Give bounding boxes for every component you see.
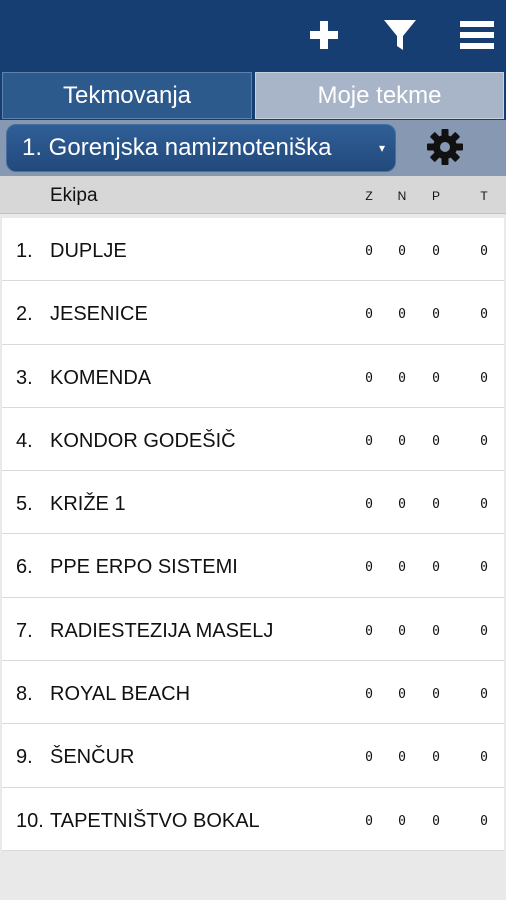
row-team-name: PPE ERPO SISTEMI bbox=[50, 556, 238, 579]
row-rank: 8. bbox=[16, 683, 33, 706]
row-n: 0 bbox=[398, 687, 406, 703]
standings-table: 1. DUPLJE 0 0 0 0 2. JESENICE 0 0 0 0 3. KOMENDA 0 0 0… bbox=[2, 218, 504, 851]
row-t: 0 bbox=[480, 813, 488, 829]
row-n: 0 bbox=[398, 623, 406, 639]
row-team-name: DUPLJE bbox=[50, 240, 127, 262]
row-team-name: KONDOR GODEŠIČ bbox=[50, 429, 236, 452]
row-rank: 4. bbox=[16, 429, 33, 452]
row-z: 0 bbox=[365, 307, 373, 323]
header-p: P bbox=[431, 189, 440, 203]
row-n: 0 bbox=[398, 370, 406, 386]
row-team-name: ŠENČUR bbox=[50, 746, 135, 769]
row-z: 0 bbox=[365, 497, 373, 513]
row-t: 0 bbox=[480, 750, 488, 766]
row-team-name: RADIESTEZIJA MASELJ bbox=[50, 619, 274, 642]
tab-tekmovanja[interactable]: Tekmovanja bbox=[2, 72, 252, 119]
row-t: 0 bbox=[480, 307, 488, 323]
row-t: 0 bbox=[480, 687, 488, 703]
row-n: 0 bbox=[398, 244, 406, 259]
league-select-value: 1. Gorenjska namiznoteniška bbox=[22, 134, 332, 161]
row-n: 0 bbox=[398, 560, 406, 576]
header-team: Ekipa bbox=[50, 185, 98, 206]
table-row[interactable]: 2. JESENICE 0 0 0 0 bbox=[2, 281, 504, 345]
table-row[interactable]: 5. KRIŽE 1 0 0 0 0 bbox=[2, 471, 504, 535]
table-row[interactable]: 3. KOMENDA 0 0 0 0 bbox=[2, 345, 504, 408]
row-p: 0 bbox=[432, 370, 440, 386]
row-t: 0 bbox=[480, 370, 488, 386]
row-n: 0 bbox=[398, 433, 406, 449]
row-z: 0 bbox=[365, 750, 373, 766]
row-p: 0 bbox=[432, 497, 440, 513]
row-n: 0 bbox=[398, 750, 406, 766]
row-n: 0 bbox=[398, 307, 406, 323]
row-p: 0 bbox=[432, 560, 440, 576]
row-p: 0 bbox=[432, 433, 440, 449]
tab-bar: Tekmovanja Moje tekme bbox=[0, 70, 506, 120]
table-row[interactable]: 4. KONDOR GODEŠIČ 0 0 0 0 bbox=[2, 408, 504, 472]
row-rank: 2. bbox=[16, 303, 33, 326]
row-rank: 10. bbox=[16, 809, 44, 832]
row-t: 0 bbox=[480, 623, 488, 639]
table-row[interactable]: 10. TAPETNIŠTVO BOKAL 0 0 0 0 bbox=[2, 788, 504, 851]
row-team-name: ROYAL BEACH bbox=[50, 683, 191, 706]
row-t: 0 bbox=[480, 433, 488, 449]
row-n: 0 bbox=[398, 497, 406, 513]
row-p: 0 bbox=[432, 750, 440, 766]
row-p: 0 bbox=[432, 687, 440, 703]
row-t: 0 bbox=[480, 244, 488, 259]
header-t: T bbox=[480, 189, 488, 203]
row-z: 0 bbox=[365, 813, 373, 829]
row-team-name: TAPETNIŠTVO BOKAL bbox=[50, 809, 260, 832]
row-p: 0 bbox=[432, 813, 440, 829]
top-bar bbox=[0, 0, 506, 70]
row-z: 0 bbox=[365, 370, 373, 386]
menu-icon[interactable] bbox=[456, 0, 498, 70]
row-z: 0 bbox=[365, 623, 373, 639]
row-p: 0 bbox=[432, 307, 440, 323]
row-team-name: KRIŽE 1 bbox=[50, 493, 126, 516]
header-n: N bbox=[397, 189, 407, 203]
row-team-name: KOMENDA bbox=[50, 366, 152, 389]
chevron-down-icon: ▾ bbox=[378, 141, 385, 155]
tab-moje-tekme[interactable]: Moje tekme bbox=[255, 72, 504, 119]
filter-icon[interactable] bbox=[380, 0, 420, 70]
row-p: 0 bbox=[432, 623, 440, 639]
row-rank: 6. bbox=[16, 556, 33, 579]
table-header: Ekipa Z N P T bbox=[0, 176, 506, 214]
row-rank: 5. bbox=[16, 493, 33, 516]
row-z: 0 bbox=[365, 433, 373, 449]
header-z: Z bbox=[365, 189, 373, 203]
row-rank: 1. bbox=[16, 240, 33, 262]
row-t: 0 bbox=[480, 560, 488, 576]
table-row[interactable]: 8. ROYAL BEACH 0 0 0 0 bbox=[2, 661, 504, 725]
row-t: 0 bbox=[480, 497, 488, 513]
table-row[interactable]: 6. PPE ERPO SISTEMI 0 0 0 0 bbox=[2, 534, 504, 598]
league-select[interactable]: 1. Gorenjska namiznoteniška ▾ bbox=[6, 124, 396, 172]
row-z: 0 bbox=[365, 244, 373, 259]
gear-icon[interactable] bbox=[426, 128, 464, 166]
table-row[interactable]: 9. ŠENČUR 0 0 0 0 bbox=[2, 724, 504, 788]
row-p: 0 bbox=[432, 244, 440, 259]
table-row[interactable]: 7. RADIESTEZIJA MASELJ 0 0 0 0 bbox=[2, 598, 504, 662]
row-rank: 7. bbox=[16, 619, 33, 642]
table-row[interactable]: 1. DUPLJE 0 0 0 0 bbox=[2, 218, 504, 282]
row-z: 0 bbox=[365, 560, 373, 576]
row-n: 0 bbox=[398, 813, 406, 829]
plus-icon[interactable] bbox=[304, 0, 344, 70]
row-z: 0 bbox=[365, 687, 373, 703]
row-team-name: JESENICE bbox=[50, 303, 148, 326]
row-rank: 9. bbox=[16, 746, 33, 769]
row-rank: 3. bbox=[16, 366, 33, 389]
